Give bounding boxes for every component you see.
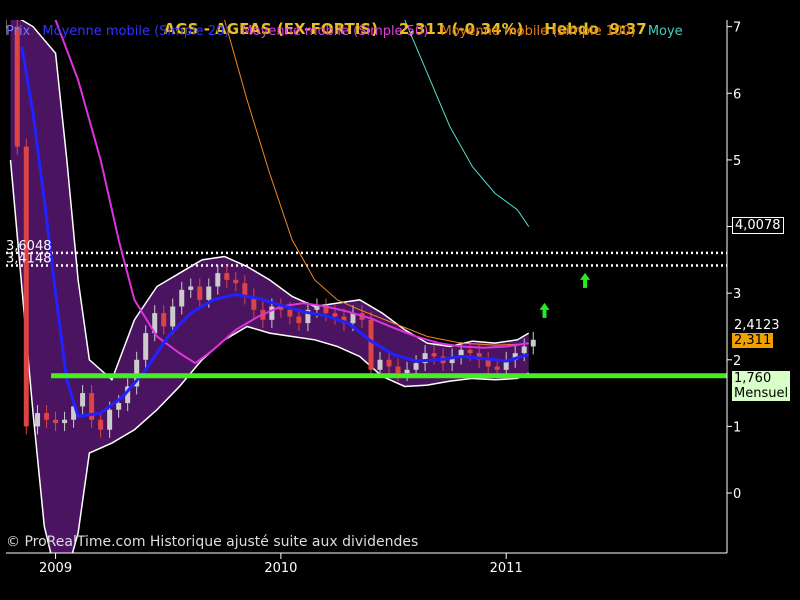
candle-body-54	[494, 366, 500, 370]
x-tick-label-2: 2011	[490, 561, 523, 576]
candle-body-18	[170, 306, 176, 327]
price-tag-level: 4,0078	[732, 217, 784, 235]
candle-body-57	[521, 346, 527, 354]
support-tag: 1,760 Mensuel	[732, 371, 791, 402]
up-arrow-icon-0	[539, 302, 550, 318]
candle-body-40	[368, 319, 374, 370]
candle-body-5	[53, 419, 59, 424]
legend-sma100[interactable]: Moyenne mobile (Simple 100)	[441, 24, 636, 39]
copyright-footer: © ProRealTime.com Historique ajusté suit…	[6, 534, 419, 550]
candle-body-45	[413, 363, 419, 370]
y-tick-label-3: 3	[733, 287, 741, 302]
up-arrow-icon-1	[580, 272, 591, 288]
candle-body-17	[161, 313, 167, 327]
price-tag-last: 2,311	[732, 333, 774, 349]
candle-body-31	[287, 309, 293, 317]
axes: 012345672009201020113,60483,4148	[6, 20, 741, 576]
sma200-line	[404, 20, 530, 227]
series-legend: Prix Moyenne mobile (Simple 20) Moyenne …	[6, 24, 728, 39]
candle-body-11	[107, 409, 113, 430]
candle-body-43	[395, 366, 401, 374]
candle-body-8	[80, 393, 86, 407]
candle-body-47	[431, 353, 437, 357]
y-tick-label-6: 6	[733, 87, 741, 102]
candle-body-1	[14, 26, 20, 147]
candle-body-6	[62, 419, 68, 424]
candle-body-20	[188, 286, 194, 290]
legend-sma20[interactable]: Moyenne mobile (Simple 20)	[42, 24, 229, 39]
y-tick-label-1: 1	[733, 420, 741, 435]
candle-body-34	[314, 306, 320, 310]
price-tag-ma: 2,4123	[732, 317, 782, 333]
candle-body-51	[467, 349, 473, 354]
y-tick-label-0: 0	[733, 487, 741, 502]
candle-body-12	[116, 403, 122, 410]
candle-body-29	[269, 306, 275, 320]
candle-body-2	[23, 146, 29, 427]
candle-body-24	[224, 273, 230, 280]
candle-body-10	[98, 419, 104, 430]
candle-body-22	[206, 286, 212, 300]
bollinger-band	[10, 20, 529, 553]
candle-body-41	[377, 359, 383, 370]
legend-sma200[interactable]: Moye	[648, 24, 683, 39]
candle-body-53	[485, 359, 491, 367]
level-label-1: 3,4148	[6, 252, 52, 267]
legend-price[interactable]: Prix	[6, 24, 30, 39]
candle-body-44	[404, 369, 410, 374]
support-tag-sub: Mensuel	[734, 386, 789, 402]
candle-body-42	[386, 359, 392, 367]
y-tick-label-5: 5	[733, 154, 741, 169]
candle-body-58	[530, 339, 536, 347]
y-tick-label-2: 2	[733, 354, 741, 369]
candle-body-19	[179, 289, 185, 307]
candle-body-4	[44, 413, 50, 420]
candle-body-15	[143, 333, 149, 360]
candle-body-32	[296, 316, 302, 324]
candle-body-23	[215, 273, 221, 287]
candle-body-36	[332, 313, 338, 317]
legend-sma50[interactable]: Moyenne mobile (Simple 50)	[241, 24, 428, 39]
candle-body-21	[197, 286, 203, 300]
candle-body-25	[233, 279, 239, 284]
clipped-layer	[6, 20, 727, 553]
x-tick-label-1: 2010	[264, 561, 297, 576]
plot-area	[6, 20, 727, 553]
candle-body-3	[35, 413, 41, 427]
x-tick-label-0: 2009	[39, 561, 72, 576]
price-chart: 012345672009201020113,60483,4148	[6, 20, 741, 576]
